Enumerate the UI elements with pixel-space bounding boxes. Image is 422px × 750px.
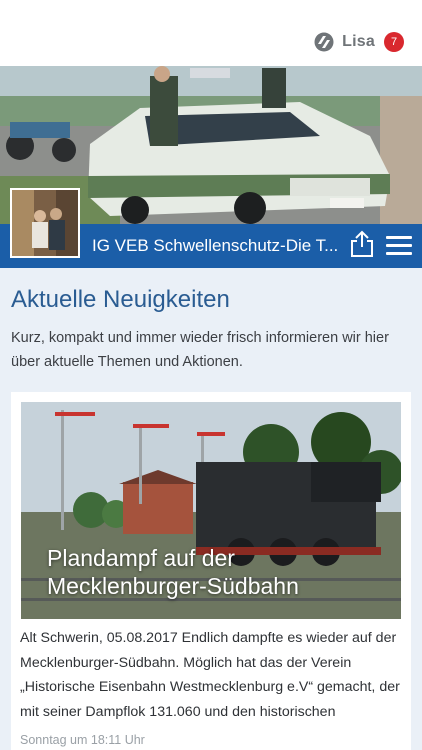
news-card-excerpt: Alt Schwerin, 05.08.2017 Endlich dampfte…	[20, 630, 400, 720]
notification-badge[interactable]: 7	[384, 32, 404, 52]
group-avatar[interactable]	[10, 188, 80, 258]
app-logo-icon	[314, 32, 334, 52]
user-menu[interactable]: Lisa 7	[314, 32, 404, 52]
top-bar: Lisa 7	[0, 0, 422, 66]
user-name[interactable]: Lisa	[342, 33, 375, 51]
hamburger-menu-icon[interactable]	[386, 236, 412, 256]
news-card-date: Sonntag um 18:11 Uhr	[20, 733, 145, 747]
section-description: Kurz, kompakt und immer wieder frisch in…	[11, 330, 389, 370]
group-title[interactable]: IG VEB Schwellenschutz-Die T...	[92, 236, 342, 256]
news-card-title[interactable]: Plandampf auf der Mecklenburger-Südbahn	[47, 544, 387, 600]
section-title: Aktuelle Neuigkeiten	[11, 286, 230, 313]
share-icon[interactable]	[350, 230, 374, 258]
